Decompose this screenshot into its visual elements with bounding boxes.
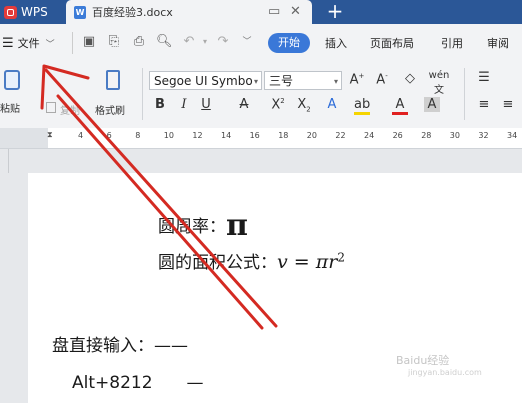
ruler-tick-label: 32 (478, 131, 489, 140)
new-tab-button[interactable]: + (320, 0, 350, 23)
watermark-brand: Baidu经验 (396, 354, 450, 367)
area-formula-line: 圆的面积公式：v = πr2 (158, 248, 345, 273)
close-tab-icon[interactable]: ✕ (290, 4, 301, 19)
subscript-icon[interactable]: X2 (296, 97, 312, 114)
tab-insert[interactable]: 插入 (325, 24, 347, 62)
ruler-tick-label: 28 (421, 131, 432, 140)
chevron-down-icon: ﹀ (45, 39, 55, 50)
quick-access-dropdown-icon[interactable]: ﹀ (240, 35, 254, 49)
ruler-tick-label: 8 (135, 131, 141, 140)
phonetic-guide-icon[interactable]: wén 文 (428, 70, 450, 96)
char-shading-icon[interactable]: A (424, 97, 440, 112)
horizontal-ruler[interactable]: ⧗ 4 6 8 10 12 14 16 18 20 22 24 26 28 30 32 34 (0, 128, 522, 149)
alt-code: Alt+8212 (72, 373, 153, 393)
file-menu[interactable]: ☰ 文件 ﹀ (2, 24, 55, 62)
word-doc-icon: W (74, 5, 86, 19)
alt-code-line: Alt+8212 — (72, 373, 204, 393)
wps-tab-label: WPS (21, 5, 48, 19)
area-formula: v = πr (277, 251, 338, 273)
ruler-tick-label: 30 (449, 131, 460, 140)
pi-label: 圆周率： (158, 217, 226, 237)
ruler-margin (0, 128, 48, 148)
bullet-list-icon[interactable]: ☰ (476, 70, 492, 85)
paste-label: 粘贴 (0, 104, 20, 115)
document-tab[interactable]: W 百度经验3.docx ▭ ✕ (66, 0, 312, 24)
em-dash-result: — (186, 373, 204, 393)
monitor-icon[interactable]: ▭ (268, 4, 280, 19)
save-icon[interactable]: ▣ (82, 35, 96, 49)
menu-bar: ☰ 文件 ﹀ ▣ ⎘ ⎙ 🔍︎ ↶ ▾ ↷ ﹀ 开始 插入 页面布局 引用 审阅 (0, 24, 522, 63)
italic-icon[interactable]: I (176, 97, 192, 112)
superscript-icon[interactable]: X2 (270, 97, 286, 112)
wps-logo-icon (4, 5, 17, 19)
highlight-icon[interactable]: ab (354, 97, 370, 115)
underline-icon[interactable]: U (198, 97, 214, 112)
undo-icon[interactable]: ↶ (182, 35, 196, 49)
pi-line: 圆周率：π (158, 208, 248, 243)
font-size-select[interactable]: 三号 ▾ (264, 71, 342, 90)
indent-marker-icon[interactable]: ⧗ (47, 130, 53, 140)
format-painter-icon (106, 70, 120, 90)
ruler-tick-label: 16 (249, 131, 260, 140)
tab-review[interactable]: 审阅 (487, 24, 509, 62)
grow-font-icon[interactable]: A+ (349, 72, 365, 87)
ruler-tick-label: 12 (192, 131, 203, 140)
menu-divider (72, 32, 73, 54)
file-menu-label: 文件 (17, 37, 40, 50)
area-formula-exponent: 2 (337, 250, 345, 265)
baidu-watermark: Baidu经验 jingyan.baidu.com (396, 352, 482, 377)
ribbon-toolbar: 粘贴 复制 格式刷 Segoe UI Symbo ▾ 三号 ▾ A+ A- ◇ … (0, 62, 522, 129)
paste-button[interactable]: 粘贴 (0, 66, 40, 122)
hamburger-icon: ☰ (2, 35, 14, 51)
chevron-down-icon: ▾ (333, 77, 338, 86)
tab-start[interactable]: 开始 (268, 33, 310, 53)
ruler-tick-label: 24 (364, 131, 375, 140)
copy-icon (46, 102, 56, 113)
area-formula-label: 圆的面积公式： (158, 253, 277, 273)
format-painter-label: 格式刷 (95, 106, 125, 117)
clear-format-icon[interactable]: ◇ (402, 71, 418, 86)
ruler-tick-label: 26 (392, 131, 403, 140)
redo-icon[interactable]: ↷ (216, 35, 230, 49)
undo-dropdown-icon[interactable]: ▾ (198, 35, 212, 49)
direct-input-line: 盘直接输入：—— (52, 336, 188, 356)
print-preview-icon[interactable]: 🔍︎ (156, 35, 173, 49)
chevron-down-icon: ▾ (253, 77, 258, 86)
ribbon-divider (464, 68, 465, 120)
ruler-tick-label: 6 (106, 131, 112, 140)
align-center-icon[interactable]: ≡ (500, 97, 516, 112)
strikethrough-icon[interactable]: A (236, 97, 252, 112)
ruler-tick-label: 10 (163, 131, 174, 140)
wps-home-tab[interactable]: WPS (0, 0, 64, 24)
ruler-tick-label: 14 (221, 131, 232, 140)
print-icon[interactable]: ⎙ (132, 35, 146, 49)
bold-icon[interactable]: B (152, 97, 168, 112)
tab-references[interactable]: 引用 (441, 24, 463, 62)
ruler-tick-label: 22 (335, 131, 346, 140)
ruler-tick-label: 4 (78, 131, 84, 140)
document-tab-title: 百度经验3.docx (92, 6, 173, 19)
ruler-tick-label: 18 (278, 131, 289, 140)
shrink-font-icon[interactable]: A- (374, 72, 390, 87)
watermark-url: jingyan.baidu.com (408, 368, 482, 377)
align-left-icon[interactable]: ≡ (476, 97, 492, 112)
export-icon[interactable]: ⎘ (107, 35, 121, 49)
ruler-tick-label: 20 (306, 131, 317, 140)
copy-button[interactable]: 复制 (44, 66, 88, 122)
paste-icon (4, 70, 20, 90)
font-size-value: 三号 (269, 74, 294, 88)
margin-guide (8, 149, 9, 173)
tab-page-layout[interactable]: 页面布局 (370, 24, 414, 62)
format-painter-button[interactable]: 格式刷 (92, 66, 138, 122)
title-tab-bar: WPS W 百度经验3.docx ▭ ✕ + (0, 0, 522, 24)
ruler-tick-label: 34 (507, 131, 518, 140)
ribbon-divider (142, 68, 143, 120)
font-name-value: Segoe UI Symbo (154, 74, 253, 88)
copy-label: 复制 (60, 106, 80, 117)
pi-symbol: π (226, 208, 248, 243)
font-color-icon[interactable]: A (392, 97, 408, 115)
text-effect-icon[interactable]: A (324, 97, 340, 112)
font-name-select[interactable]: Segoe UI Symbo ▾ (149, 71, 262, 90)
